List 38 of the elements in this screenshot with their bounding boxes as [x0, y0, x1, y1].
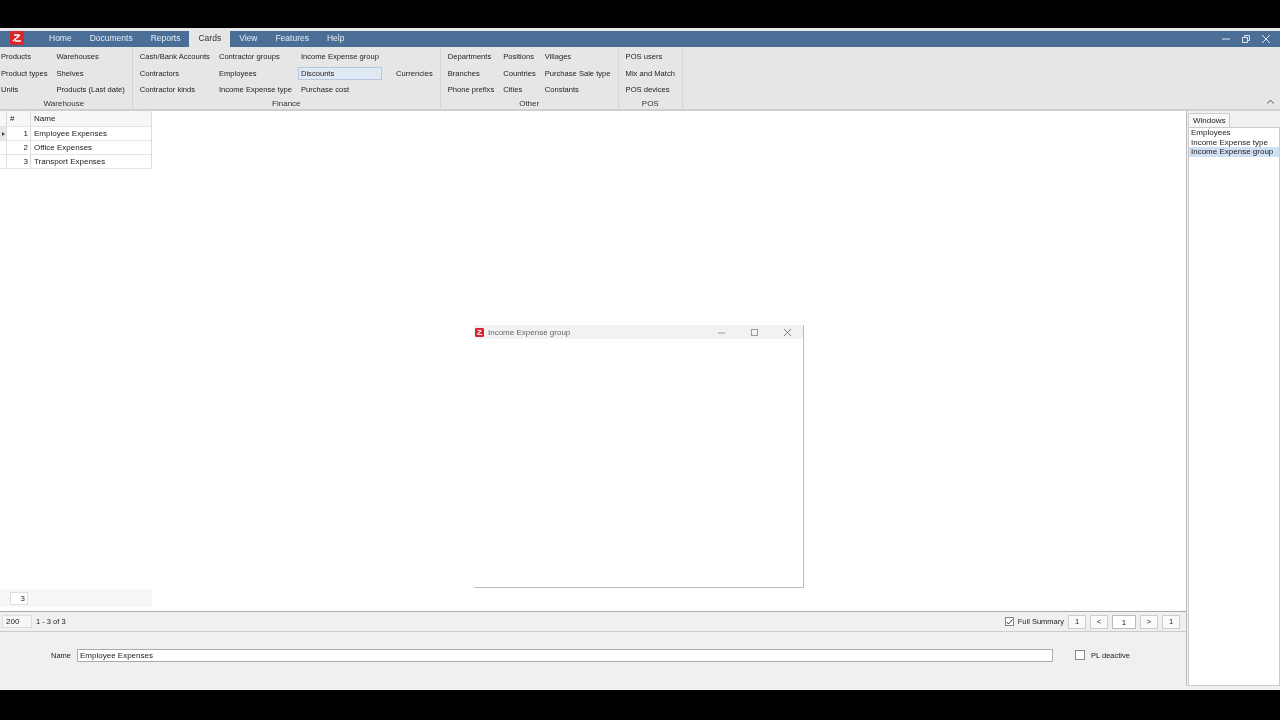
menu-tab[interactable]: Documents: [80, 30, 142, 47]
app-logo-icon: [475, 327, 484, 337]
page-size-dropdown[interactable]: 200: [2, 615, 32, 628]
maximize-icon[interactable]: [751, 328, 758, 336]
ribbon-group-title: Warehouse: [42, 98, 86, 108]
menu-tab[interactable]: View: [230, 30, 267, 47]
column-header[interactable]: Name: [31, 111, 56, 126]
table-cell: 2: [7, 141, 31, 154]
minimize-icon[interactable]: [1222, 35, 1230, 43]
window-list-item[interactable]: Income Expense type: [1189, 137, 1279, 147]
page-number-field[interactable]: 1: [1112, 614, 1136, 629]
row-count: 3: [10, 591, 28, 605]
menu-tab[interactable]: Reports: [141, 30, 190, 47]
row-indicator[interactable]: [0, 127, 7, 140]
ribbon-group-title: Other: [518, 98, 541, 108]
name-field[interactable]: Employee Expenses: [77, 648, 1053, 662]
menu-tab[interactable]: Home: [40, 30, 81, 47]
table-cell-text: Transport Expenses: [33, 157, 106, 166]
close-icon[interactable]: [784, 328, 791, 336]
column-header[interactable]: #: [7, 111, 31, 126]
table-cell-text: Employee Expenses: [33, 129, 107, 138]
table-cell: 1: [7, 127, 31, 140]
window-list-item[interactable]: Employees: [1189, 128, 1279, 138]
menu-tab[interactable]: Features: [266, 30, 318, 47]
restore-icon[interactable]: [1242, 35, 1250, 43]
window-list-item[interactable]: Income Expense group: [1189, 147, 1279, 157]
ribbon-group-title: POS: [640, 98, 660, 108]
app-logo-icon: [10, 31, 24, 45]
table-cell-text: Office Expenses: [33, 143, 93, 152]
windows-tab[interactable]: Windows: [1188, 113, 1231, 127]
full-summary-checkbox[interactable]: [1004, 617, 1014, 626]
menu-tab[interactable]: Cards: [189, 30, 231, 47]
table-cell: 3: [7, 155, 31, 168]
dialog-title: Income Expense group: [488, 327, 571, 337]
deactive-checkbox[interactable]: [1075, 650, 1085, 660]
ribbon-group-title: Finance: [271, 98, 302, 108]
collapse-caret-icon[interactable]: [1267, 99, 1274, 104]
menu-tab[interactable]: Help: [317, 30, 354, 47]
